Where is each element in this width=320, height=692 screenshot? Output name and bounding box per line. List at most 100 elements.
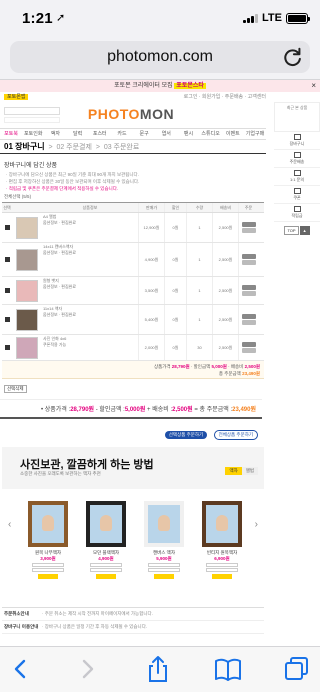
info-title: 장바구니 이용안내 xyxy=(4,624,39,629)
frame-image[interactable] xyxy=(86,501,126,547)
product-info[interactable]: 원형 뱃지 옵션정보 · 편집완료 xyxy=(42,277,138,304)
back-icon[interactable] xyxy=(6,655,36,683)
product-info[interactable]: A4 앨범 옵션정보 · 편집완료 xyxy=(42,213,138,242)
nav-item[interactable]: 달력 xyxy=(67,129,89,139)
product-thumbnail[interactable] xyxy=(12,243,42,276)
summary-label: • 상품가격 : xyxy=(41,407,71,413)
address-bar[interactable]: photomon.com xyxy=(10,41,310,73)
frame-image[interactable] xyxy=(144,501,184,547)
quick-menu-item[interactable]: 적립금 xyxy=(274,204,320,222)
nav-item[interactable]: 문구 xyxy=(133,129,155,139)
frame-image[interactable] xyxy=(202,501,242,547)
order-all-button[interactable]: 전체상품 주문하기 xyxy=(213,430,258,440)
nav-item[interactable]: 팬시 xyxy=(177,129,199,139)
row-checkbox[interactable] xyxy=(2,335,12,360)
recent-products[interactable]: 최근 본 상품 xyxy=(274,102,320,132)
quantity-stepper[interactable]: 1 xyxy=(186,213,212,242)
quantity-stepper[interactable]: 1 xyxy=(186,277,212,304)
color-select[interactable] xyxy=(90,568,122,572)
delete-button[interactable] xyxy=(241,320,256,325)
nav-item[interactable]: 포토인화 xyxy=(22,129,44,139)
recommend-banner[interactable]: 사진보관, 깔끔하게 하는 방법 소중한 사진을 오래도록 보관하는 액자 추천… xyxy=(2,447,264,489)
row-actions xyxy=(238,213,258,242)
order-summary: • 상품가격 :28,790원 - 할인금액 :5,000원 + 배송비 :2,… xyxy=(0,400,262,419)
edit-button[interactable] xyxy=(241,314,256,319)
add-to-cart-button[interactable] xyxy=(38,574,58,579)
delete-button[interactable] xyxy=(241,260,256,265)
product-info[interactable]: 사진 인화 4x6 쿠폰적용 가능 xyxy=(42,335,138,360)
quick-menu-label: 쿠폰 xyxy=(293,195,301,200)
edit-button[interactable] xyxy=(241,222,256,227)
quick-menu-item[interactable]: 쿠폰 xyxy=(274,186,320,204)
frame-product-card[interactable]: 빈티지 원목액자 6,900원 xyxy=(200,501,244,580)
product-thumbnail[interactable] xyxy=(12,335,42,360)
add-to-cart-button[interactable] xyxy=(212,574,232,579)
quick-menu-item[interactable]: 1:1 문의 xyxy=(274,168,320,186)
bookmarks-icon[interactable] xyxy=(213,655,243,683)
color-select[interactable] xyxy=(206,568,238,572)
forward-icon[interactable] xyxy=(72,655,102,683)
nav-item[interactable]: 포스터 xyxy=(89,129,111,139)
edit-button[interactable] xyxy=(241,342,256,347)
row-checkbox[interactable] xyxy=(2,277,12,304)
frame-image[interactable] xyxy=(28,501,68,547)
product-info[interactable]: 11x14 액자 옵션정보 · 편집완료 xyxy=(42,305,138,334)
frame-product-card[interactable]: 캔버스 액자 5,900원 xyxy=(142,501,186,580)
edit-button[interactable] xyxy=(241,254,256,259)
row-checkbox[interactable] xyxy=(2,213,12,242)
edit-button[interactable] xyxy=(241,285,256,290)
chevron-left-icon[interactable]: ‹ xyxy=(8,519,11,530)
nav-item[interactable]: 기업구매 xyxy=(244,129,266,139)
quantity-stepper[interactable]: 1 xyxy=(186,243,212,276)
nav-item[interactable]: 액자 xyxy=(44,129,66,139)
select-all-checkbox[interactable]: 전체선택 (5/5) xyxy=(0,192,320,202)
product-info[interactable]: 14x11 캔버스액자 옵션정보 · 편집완료 xyxy=(42,243,138,276)
size-select[interactable] xyxy=(90,563,122,567)
add-to-cart-button[interactable] xyxy=(96,574,116,579)
size-select[interactable] xyxy=(206,563,238,567)
nav-item[interactable]: 스튜디오 xyxy=(200,129,222,139)
reload-icon[interactable] xyxy=(282,46,304,68)
promo-banner[interactable]: 포토몬 크리에이터 모집 포토몬스타 × xyxy=(0,80,320,92)
quick-menu-item[interactable]: 장바구니 xyxy=(274,132,320,150)
frame-product-card[interactable]: 원목 나무액자 3,900원 xyxy=(26,501,70,580)
delete-button[interactable] xyxy=(241,228,256,233)
utility-links[interactable]: 로그인 · 회원가입 · 주문배송 · 고객센터 xyxy=(184,92,266,102)
status-indicators: LTE xyxy=(243,12,310,24)
promo-highlight[interactable]: 포토몬스타 xyxy=(174,83,206,89)
share-icon[interactable] xyxy=(143,655,173,683)
frame-product-card[interactable]: 모던 블랙액자 4,900원 xyxy=(84,501,128,580)
close-icon[interactable]: × xyxy=(311,80,316,92)
scroll-up-button[interactable]: ▲ xyxy=(299,226,310,235)
nav-item[interactable]: 엽서 xyxy=(155,129,177,139)
product-thumbnail[interactable] xyxy=(12,213,42,242)
delete-selected-button[interactable]: 선택삭제 xyxy=(4,385,27,393)
tabs-icon[interactable] xyxy=(282,655,312,683)
site-logo[interactable]: PHOTOMON xyxy=(0,106,262,122)
chevron-right-icon[interactable]: › xyxy=(255,519,258,530)
app-badge[interactable]: 포토몬앱 xyxy=(4,94,29,100)
nav-item[interactable]: 포토북 xyxy=(0,129,22,139)
product-thumbnail[interactable] xyxy=(12,277,42,304)
product-thumbnail[interactable] xyxy=(12,305,42,334)
size-select[interactable] xyxy=(148,563,180,567)
tab-album[interactable]: 앨범 xyxy=(241,467,258,475)
quantity-stepper[interactable]: 1 xyxy=(186,305,212,334)
row-checkbox[interactable] xyxy=(2,243,12,276)
order-selected-button[interactable]: 선택상품 주문하기 xyxy=(164,431,208,439)
delete-button[interactable] xyxy=(241,291,256,296)
info-row: 장바구니 이용안내 · 장바구니 상품은 일정 기간 후 자동 삭제될 수 있습니… xyxy=(2,621,264,634)
color-select[interactable] xyxy=(148,568,180,572)
color-select[interactable] xyxy=(32,568,64,572)
nav-item[interactable]: 이벤트 xyxy=(222,129,244,139)
delete-button[interactable] xyxy=(241,348,256,353)
add-to-cart-button[interactable] xyxy=(154,574,174,579)
size-select[interactable] xyxy=(32,563,64,567)
quick-menu-item[interactable]: 주문배송 xyxy=(274,150,320,168)
quantity-stepper[interactable]: 30 xyxy=(186,335,212,360)
nav-item[interactable]: 카드 xyxy=(111,129,133,139)
row-checkbox[interactable] xyxy=(2,305,12,334)
tab-frame[interactable]: 액자 xyxy=(225,467,242,475)
top-button[interactable]: TOP xyxy=(284,226,299,235)
url-text[interactable]: photomon.com xyxy=(10,48,310,66)
